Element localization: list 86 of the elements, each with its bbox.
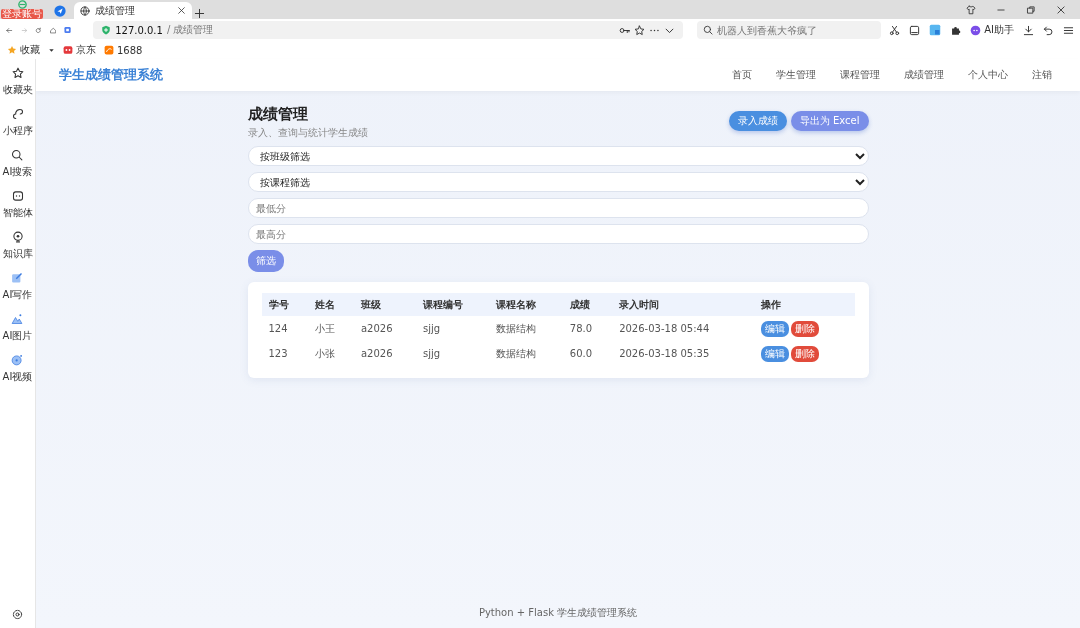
nav-link[interactable]: 个人中心 [968, 68, 1008, 82]
nav-link[interactable]: 成绩管理 [904, 68, 944, 82]
sidebar-label[interactable]: 智能体 [2, 206, 33, 220]
settings-icon[interactable] [12, 609, 23, 620]
page-subtitle: 录入、查询与统计学生成绩 [247, 126, 368, 140]
globe-icon [80, 5, 90, 16]
scissors-icon[interactable] [889, 24, 901, 36]
bookmark-item[interactable]: 京东 [63, 43, 96, 57]
close-icon[interactable] [1056, 4, 1066, 15]
send-icon [54, 4, 66, 17]
delete-button[interactable]: 删除 [790, 345, 819, 362]
location-pin-icon[interactable] [11, 231, 24, 243]
download-icon[interactable] [1023, 24, 1034, 36]
sidebar-label[interactable]: AI图片 [2, 329, 33, 343]
film-reel-icon[interactable] [11, 354, 24, 366]
sidebar-label[interactable]: AI写作 [2, 288, 33, 302]
undo-icon[interactable] [1043, 24, 1054, 36]
table-cell: 2026-03-18 05:44 [612, 316, 754, 341]
search-icon [703, 25, 714, 35]
url-path: / 成绩管理 [166, 23, 214, 37]
mountain-icon[interactable] [11, 313, 24, 325]
delete-button[interactable]: 删除 [790, 320, 819, 337]
score-input[interactable]: 最低分 [247, 198, 869, 218]
table-cell-text: 123 [267, 347, 289, 361]
filter-select[interactable]: 按课程筛选 [247, 172, 869, 192]
table-cell-text: sjjg [421, 347, 442, 361]
column-header: 课程编号 [415, 293, 490, 316]
column-header: 录入时间 [612, 293, 754, 316]
translate-icon[interactable] [929, 24, 942, 36]
edit-icon[interactable] [11, 272, 24, 284]
table-cell-text: a2026 [359, 347, 394, 361]
column-header: 学号 [261, 293, 308, 316]
sidebar-label[interactable]: AI搜索 [2, 165, 33, 179]
url-host: 127.0.0.1 [115, 24, 163, 36]
score-input[interactable]: 最高分 [247, 224, 869, 244]
table-cell: 小王 [307, 316, 354, 341]
assistant-button[interactable]: AI助手 [970, 23, 1014, 37]
browser-tab[interactable]: 成绩管理 [74, 2, 192, 19]
nav-link[interactable]: 学生管理 [776, 68, 816, 82]
reload-icon[interactable] [35, 24, 42, 36]
sidebar-label[interactable]: 小程序 [2, 124, 33, 138]
table-cell-text: 小张 [313, 346, 336, 361]
restore-icon[interactable] [1026, 4, 1036, 15]
panel-icon[interactable] [909, 24, 921, 36]
search-field[interactable]: 机器人到香蕉大爷疯了 [697, 21, 882, 39]
table-cell-text: 2026-03-18 05:35 [618, 347, 711, 361]
assistant-icon [970, 24, 982, 36]
link-icon[interactable] [11, 108, 24, 120]
table-cell: sjjg [415, 316, 490, 341]
account-badge[interactable]: 登录账号 [1, 9, 43, 19]
bookmark-item[interactable]: 1688 [104, 44, 143, 56]
puzzle-icon[interactable] [950, 24, 962, 36]
search-icon[interactable] [11, 149, 24, 161]
table-cell: 124 [261, 316, 308, 341]
sidebar-label[interactable]: 知识库 [2, 247, 33, 261]
table-cell-text: 60.0 [568, 347, 594, 361]
app-brand: 学生成绩管理系统 [59, 66, 163, 84]
nav-link[interactable]: 课程管理 [840, 68, 880, 82]
star-icon[interactable] [634, 24, 646, 36]
column-header: 班级 [353, 293, 416, 316]
address-bar[interactable]: 127.0.0.1 / 成绩管理 [93, 21, 684, 39]
shield-icon [101, 25, 112, 35]
nav-link[interactable]: 首页 [732, 68, 752, 82]
page-title: 成绩管理 [247, 105, 309, 124]
sidebar-label[interactable]: 收藏夹 [2, 83, 33, 97]
menu-icon[interactable] [1063, 24, 1074, 36]
table-cell-text: 数据结构 [495, 346, 538, 361]
column-header: 成绩 [562, 293, 613, 316]
column-header: 操作 [753, 293, 855, 316]
table-cell: 78.0 [562, 316, 613, 341]
robot-icon[interactable] [11, 190, 24, 202]
star-icon [7, 45, 17, 55]
star-icon[interactable] [11, 67, 24, 79]
table-cell: a2026 [353, 316, 416, 341]
column-header: 课程名称 [489, 293, 563, 316]
sidebar-label[interactable]: AI视频 [2, 370, 33, 384]
table-cell: 数据结构 [489, 316, 563, 341]
caret-icon[interactable] [48, 46, 55, 54]
nav-link[interactable]: 注销 [1032, 68, 1052, 82]
new-tab-icon[interactable] [194, 8, 205, 19]
column-header: 姓名 [307, 293, 354, 316]
shirt-icon[interactable] [966, 4, 976, 15]
bookmark-item[interactable]: 收藏 [7, 43, 40, 57]
filter-select[interactable]: 按班级筛选 [247, 146, 869, 166]
close-icon[interactable] [177, 6, 186, 15]
footer-text: Python + Flask 学生成绩管理系统 [477, 606, 639, 620]
